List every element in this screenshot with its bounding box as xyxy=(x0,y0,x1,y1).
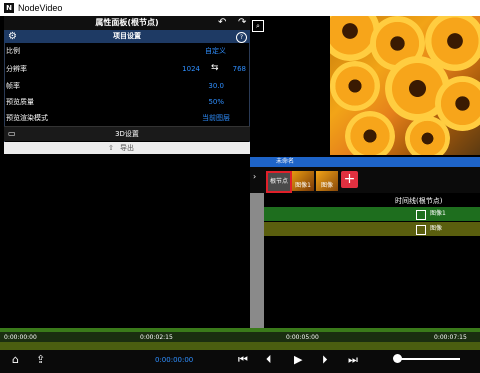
properties-header: 属性面板(根节点) ↶ ↷ xyxy=(4,16,250,30)
resolution-width[interactable]: 1024 xyxy=(170,64,200,74)
track-label: 图像 xyxy=(430,225,443,232)
image-icon xyxy=(416,210,426,220)
row-label-framerate: 帧率 xyxy=(6,82,20,90)
resolution-height[interactable]: 768 xyxy=(228,64,246,74)
app-logo: N xyxy=(4,3,14,13)
3d-settings-button[interactable]: ▭ 3D设置 xyxy=(4,126,250,141)
undo-button[interactable]: ↶ xyxy=(218,17,226,29)
project-settings-title: 项目设置 xyxy=(113,32,141,40)
node-clip-root[interactable]: 根节点 xyxy=(266,171,292,193)
node-clip-image1[interactable]: 图像1 xyxy=(292,171,314,191)
tick-label: 0:00:02:15 xyxy=(140,334,173,341)
track-label: 图像1 xyxy=(430,210,446,217)
volume-slider[interactable] xyxy=(398,358,460,360)
row-label-render-mode: 预览渲染模式 xyxy=(6,114,48,122)
swap-icon[interactable]: ⇆ xyxy=(211,62,219,74)
render-mode-value[interactable]: 当前图层 xyxy=(170,113,230,123)
framerate-value[interactable]: 30.0 xyxy=(170,81,224,91)
upload-icon: ⇧ xyxy=(108,144,114,152)
ruler-highlight xyxy=(0,328,480,332)
tick-label: 0:00:07:15 xyxy=(434,334,467,341)
help-icon[interactable]: ? xyxy=(236,32,247,43)
ratio-value[interactable]: 自定义 xyxy=(170,46,226,56)
share-icon[interactable]: ⇪ xyxy=(36,353,45,367)
node-clip-image[interactable]: 图像 xyxy=(316,171,338,191)
tick-label: 0:00:05:00 xyxy=(286,334,319,341)
properties-title: 属性面板(根节点) xyxy=(95,18,159,27)
timeline-header: 未命名 xyxy=(250,157,480,167)
row-label-preview-quality: 预览质量 xyxy=(6,98,34,106)
export-button[interactable]: ⇧ 导出 xyxy=(4,142,250,154)
track-image[interactable]: 图像 xyxy=(264,222,480,236)
timeline-title: 时间线(根节点) xyxy=(395,197,443,205)
timeline-left-gutter xyxy=(250,193,264,328)
row-label-resolution: 分辨率 xyxy=(6,65,27,73)
prev-frame-icon[interactable]: ⏴ xyxy=(266,353,272,367)
to-end-icon[interactable]: ⏭ xyxy=(348,353,358,367)
add-node-button[interactable]: + xyxy=(341,171,358,188)
ruler-track xyxy=(0,342,480,350)
3d-settings-label: 3D设置 xyxy=(115,130,139,138)
volume-slider-knob[interactable] xyxy=(393,354,402,363)
export-label: 导出 xyxy=(120,144,134,152)
home-icon[interactable]: ⌂ xyxy=(12,353,19,367)
image-icon xyxy=(416,225,426,235)
to-start-icon[interactable]: ⏮ xyxy=(238,353,248,367)
redo-button[interactable]: ↷ xyxy=(238,17,246,29)
preview-quality-value[interactable]: 50% xyxy=(170,97,224,107)
gear-icon[interactable]: ⚙ xyxy=(8,31,17,42)
track-image1[interactable]: 图像1 xyxy=(264,207,480,221)
timecode: 0:00:00:00 xyxy=(155,356,194,364)
zoom-icon[interactable]: ⌕ xyxy=(252,20,264,32)
project-settings-bar[interactable]: 项目设置 xyxy=(4,30,250,43)
preview-image xyxy=(330,16,480,155)
tick-label: 0:00:00:00 xyxy=(4,334,37,341)
play-icon[interactable]: ▶ xyxy=(294,353,302,367)
expand-icon[interactable]: › xyxy=(253,172,256,181)
row-label-ratio: 比例 xyxy=(6,47,20,55)
next-frame-icon[interactable]: ⏵ xyxy=(322,353,328,367)
app-title: NodeVideo xyxy=(18,3,63,13)
project-name[interactable]: 未命名 xyxy=(276,157,294,167)
window-title-bar: N NodeVideo xyxy=(0,0,480,16)
